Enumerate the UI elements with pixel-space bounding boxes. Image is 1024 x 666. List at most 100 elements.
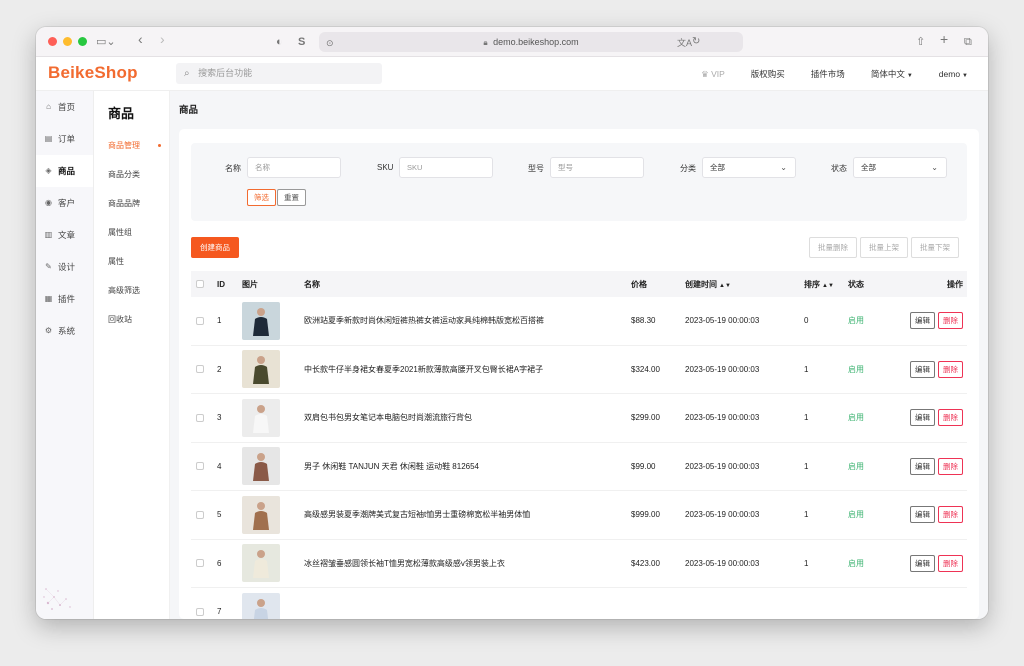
cell-id: 7 <box>217 607 222 617</box>
status-badge: 启用 <box>848 364 864 374</box>
admin-search-input[interactable]: ⌕ 搜索后台功能 <box>176 63 382 84</box>
product-thumbnail[interactable] <box>242 350 280 389</box>
filter-status-select[interactable]: 全部 ⌄ <box>853 157 947 178</box>
privacy-shield-icon[interactable]: ◐ <box>276 34 283 50</box>
cell-name[interactable]: 欧洲站夏季新款时尚休闲短裤热裤女裤运动家具纯棉韩版宽松百搭裤 <box>304 315 631 326</box>
edit-button[interactable]: 编辑 <box>910 360 935 378</box>
product-thumbnail[interactable] <box>242 301 280 340</box>
forward-button[interactable]: › <box>160 31 165 47</box>
reset-button[interactable]: 重置 <box>277 189 306 206</box>
brand-logo[interactable]: BeikeShop <box>48 63 138 83</box>
create-product-button[interactable]: 创建商品 <box>191 237 239 258</box>
subnav-item-0[interactable]: 商品管理 <box>94 131 169 160</box>
sidebar-item-label: 订单 <box>58 134 76 144</box>
cell-name[interactable]: 男子 休闲鞋 TANJUN 天君 休闲鞋 运动鞋 812654 <box>304 461 631 472</box>
nav-plugin-market[interactable]: 插件市场 <box>811 68 845 80</box>
back-button[interactable]: ‹ <box>138 31 143 47</box>
row-checkbox[interactable] <box>196 607 204 616</box>
main-content: 商品 名称 名称 SKU SKU 型号 型号 分类 全部 ⌄ 状态 全部 ⌄ 筛… <box>170 91 988 619</box>
delete-button[interactable]: 删除 <box>938 312 963 330</box>
zoom-window-button[interactable] <box>78 37 87 46</box>
filter-button[interactable]: 筛选 <box>247 189 276 206</box>
product-thumbnail[interactable] <box>242 398 280 437</box>
minimize-window-button[interactable] <box>63 37 72 46</box>
product-figure <box>253 404 269 433</box>
delete-button[interactable]: 删除 <box>938 554 963 572</box>
edit-button[interactable]: 编辑 <box>910 506 935 524</box>
subnav-item-4[interactable]: 属性 <box>94 247 169 276</box>
filter-name-input[interactable]: 名称 <box>247 157 341 178</box>
row-checkbox[interactable] <box>196 462 204 471</box>
subnav-item-2[interactable]: 商品品牌 <box>94 189 169 218</box>
sidebar-item-0[interactable]: ⌂ 首页 <box>36 91 93 123</box>
user-menu[interactable]: demo ▼ <box>939 69 968 79</box>
category-value: 全部 <box>710 163 725 172</box>
cell-name[interactable]: 高级感男装夏季潮牌美式复古短袖t恤男士重磅棉宽松半袖男体恤 <box>304 509 631 520</box>
sidebar-item-label: 系统 <box>58 326 76 336</box>
edit-button[interactable]: 编辑 <box>910 409 935 427</box>
filter-category-select[interactable]: 全部 ⌄ <box>702 157 796 178</box>
row-checkbox[interactable] <box>196 559 204 568</box>
subnav-item-1[interactable]: 商品分类 <box>94 160 169 189</box>
subnav-title: 商品 <box>108 106 135 121</box>
reload-icon[interactable]: ↻ <box>692 34 700 50</box>
vip-label: VIP <box>711 68 725 79</box>
filter-model-input[interactable]: 型号 <box>550 157 644 178</box>
row-checkbox[interactable] <box>196 365 204 374</box>
batch-on-shelf-button[interactable]: 批量上架 <box>860 237 908 258</box>
subnav-item-5[interactable]: 高级筛选 <box>94 276 169 305</box>
product-figure <box>253 598 269 619</box>
share-icon[interactable]: ⇧ <box>916 34 925 50</box>
status-badge: 启用 <box>848 461 864 471</box>
sidebar-item-5[interactable]: ✎ 设计 <box>36 251 93 283</box>
close-window-button[interactable] <box>48 37 57 46</box>
row-checkbox[interactable] <box>196 510 204 519</box>
header-sort[interactable]: 排序 ▲▼ <box>804 279 848 290</box>
filter-sku-input[interactable]: SKU <box>399 157 493 178</box>
table-row: 5 高级感男装夏季潮牌美式复古短袖t恤男士重磅棉宽松半袖男体恤 $999.00 202… <box>191 491 967 540</box>
delete-button[interactable]: 删除 <box>938 457 963 475</box>
select-all-checkbox[interactable] <box>196 280 204 288</box>
row-checkbox[interactable] <box>196 413 204 422</box>
cell-id: 2 <box>217 364 222 374</box>
sidebar-item-2[interactable]: ◈ 商品 <box>36 155 93 187</box>
product-thumbnail[interactable] <box>242 447 280 486</box>
batch-off-shelf-button[interactable]: 批量下架 <box>911 237 959 258</box>
sidebar-item-3[interactable]: ◉ 客户 <box>36 187 93 219</box>
customer-icon: ◉ <box>45 198 52 207</box>
product-figure <box>253 453 269 482</box>
language-dropdown[interactable]: 简体中文 ▼ <box>871 68 913 80</box>
extension-icon[interactable]: S <box>298 34 305 50</box>
vip-link[interactable]: ♛ VIP <box>701 69 725 80</box>
sidebar-item-1[interactable]: ▤ 订单 <box>36 123 93 155</box>
product-thumbnail[interactable] <box>242 592 280 619</box>
tabs-overview-icon[interactable]: ⧉ <box>964 34 972 50</box>
product-thumbnail[interactable] <box>242 544 280 583</box>
new-tab-icon[interactable]: + <box>940 31 948 47</box>
cell-name[interactable]: 冰丝褶皱垂感圆领长袖T恤男宽松薄款高级感v领男装上衣 <box>304 558 631 569</box>
subnav-item-6[interactable]: 回收站 <box>94 305 169 334</box>
subnav-item-3[interactable]: 属性组 <box>94 218 169 247</box>
sidebar-item-4[interactable]: ▥ 文章 <box>36 219 93 251</box>
chevron-down-icon: ⌄ <box>931 163 938 172</box>
delete-button[interactable]: 删除 <box>938 360 963 378</box>
edit-button[interactable]: 编辑 <box>910 554 935 572</box>
product-thumbnail[interactable] <box>242 495 280 534</box>
cell-name[interactable]: 中长款牛仔半身裙女春夏季2021新款薄款高腰开叉包臀长裙A字裙子 <box>304 364 631 375</box>
edit-button[interactable]: 编辑 <box>910 457 935 475</box>
translate-icon[interactable]: 文A <box>677 35 692 51</box>
decorative-dots <box>43 588 71 610</box>
site-settings-icon[interactable]: ⊙ <box>326 35 334 51</box>
cell-name[interactable]: 双肩包书包男女笔记本电脑包时尚潮流旅行背包 <box>304 412 631 423</box>
sidebar-item-7[interactable]: ⚙ 系统 <box>36 315 93 347</box>
batch-delete-button[interactable]: 批量删除 <box>809 237 857 258</box>
delete-button[interactable]: 删除 <box>938 506 963 524</box>
header-created[interactable]: 创建时间 ▲▼ <box>685 279 804 290</box>
nav-license-purchase[interactable]: 版权购买 <box>751 68 785 80</box>
edit-button[interactable]: 编辑 <box>910 312 935 330</box>
delete-button[interactable]: 删除 <box>938 409 963 427</box>
sidebar-toggle-icon[interactable]: ▭⌄ <box>96 34 116 50</box>
row-checkbox[interactable] <box>196 316 204 325</box>
sidebar-item-6[interactable]: ▦ 插件 <box>36 283 93 315</box>
sidebar-item-label: 商品 <box>58 166 76 176</box>
